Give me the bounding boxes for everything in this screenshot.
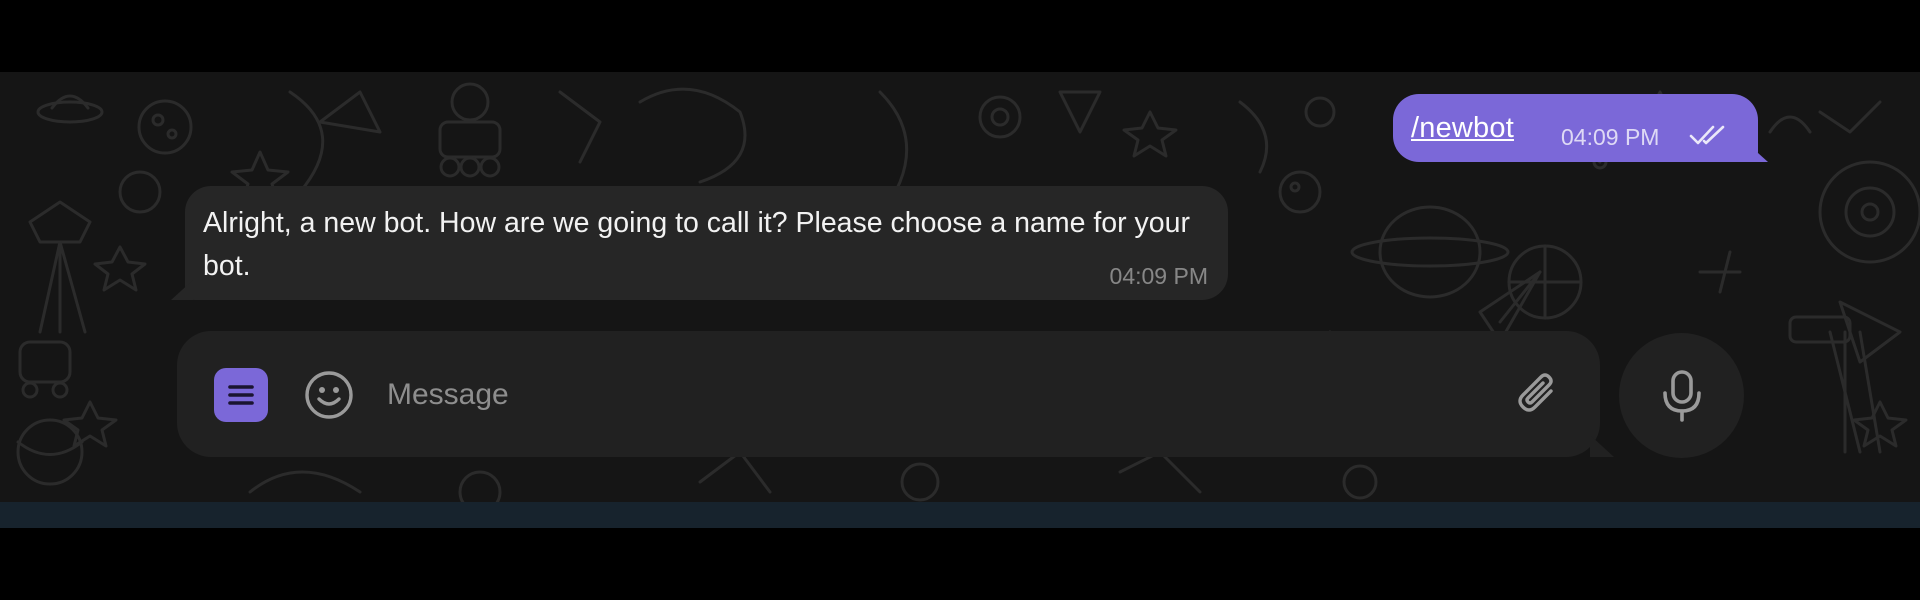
message-timestamp: 04:09 PM xyxy=(1561,124,1660,150)
message-input[interactable] xyxy=(385,367,1389,423)
smiley-icon[interactable] xyxy=(303,369,355,421)
message-timestamp: 04:09 PM xyxy=(1109,263,1208,289)
message-composer xyxy=(177,331,1614,457)
bottom-strip xyxy=(0,502,1920,528)
bot-menu-icon xyxy=(228,385,254,405)
incoming-message-bubble[interactable]: Alright, a new bot. How are we going to … xyxy=(171,186,1228,300)
bot-command-link[interactable]: /newbot xyxy=(1411,112,1514,145)
bot-menu-button[interactable] xyxy=(214,368,268,422)
voice-record-button[interactable] xyxy=(1619,333,1744,458)
paperclip-icon[interactable] xyxy=(1515,369,1561,419)
message-text: Alright, a new bot. How are we going to … xyxy=(203,207,1190,282)
double-check-icon xyxy=(1689,125,1725,145)
microphone-icon xyxy=(1663,370,1701,422)
outgoing-message-bubble[interactable]: /newbot 04:09 PM xyxy=(1393,94,1768,162)
chat-area: /newbot 04:09 PM Alright, a new bot. How… xyxy=(0,72,1920,502)
